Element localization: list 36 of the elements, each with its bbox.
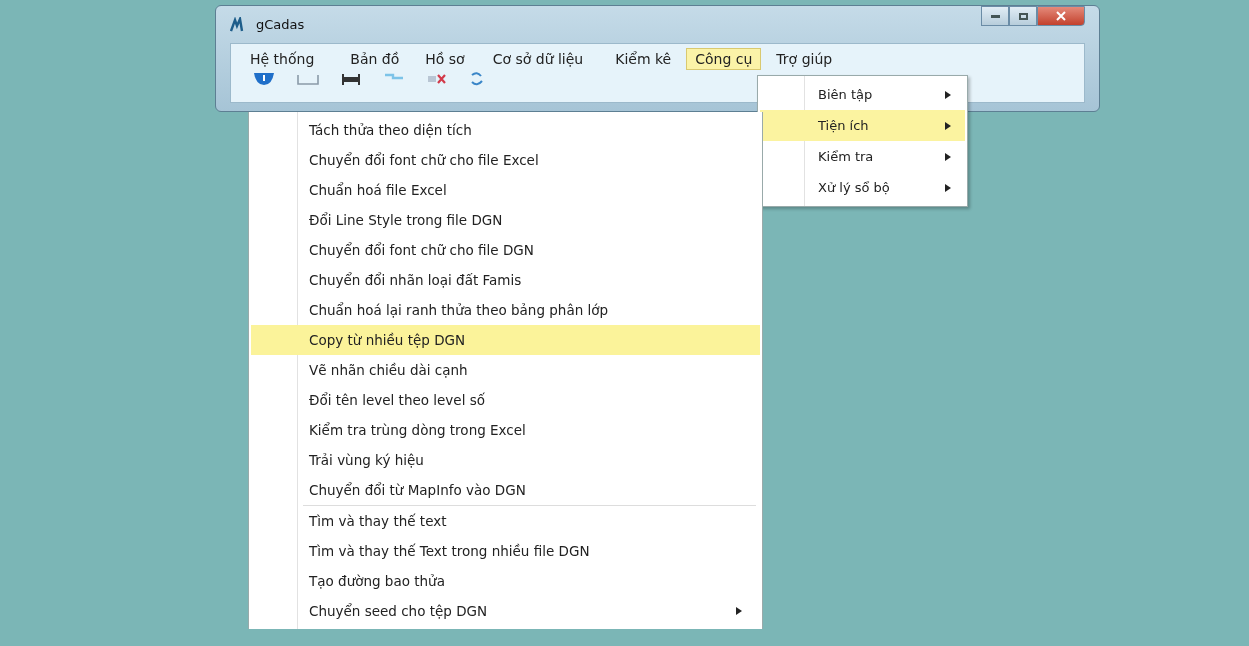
- menu-item[interactable]: Bản đồ: [341, 48, 409, 70]
- menu-item[interactable]: Đổi tên level theo level số: [251, 385, 760, 415]
- menu-item[interactable]: Biên tập: [760, 79, 965, 110]
- refresh-icon[interactable]: [469, 72, 485, 86]
- menu-item[interactable]: Tạo đường bao thửa: [251, 566, 760, 596]
- shield-icon[interactable]: [253, 72, 275, 86]
- menu-item[interactable]: Trợ giúp: [767, 48, 842, 70]
- menu-item[interactable]: Kiểm tra trùng dòng trong Excel: [251, 415, 760, 445]
- menu-item[interactable]: Tiện ích: [760, 110, 965, 141]
- maximize-button[interactable]: [1009, 6, 1037, 26]
- menu-item[interactable]: Chuyển đổi từ MapInfo vào DGN: [251, 475, 760, 505]
- menu-item[interactable]: Hệ thống: [241, 48, 324, 70]
- menu-item[interactable]: Tìm và thay thế Text trong nhiều file DGN: [251, 536, 760, 566]
- minimize-button[interactable]: [981, 6, 1009, 26]
- close-button[interactable]: [1037, 6, 1085, 26]
- window-title: gCadas: [256, 17, 305, 32]
- menu-item[interactable]: Chuẩn hoá lại ranh thửa theo bảng phân lớp: [251, 295, 760, 325]
- menu-item[interactable]: Kiểm tra: [760, 141, 965, 172]
- menu-item[interactable]: Chuyển đổi font chữ cho file Excel: [251, 145, 760, 175]
- close-icon: [1055, 11, 1067, 21]
- menu-item[interactable]: Chuẩn hoá file Excel: [251, 175, 760, 205]
- menu-item[interactable]: Công cụ: [686, 48, 762, 70]
- menu-item[interactable]: Chuyển đổi font chữ cho file DGN: [251, 235, 760, 265]
- menu-item[interactable]: Chuyển seed cho tệp DGN: [251, 596, 760, 626]
- menu-item[interactable]: Vẽ nhãn chiều dài cạnh: [251, 355, 760, 385]
- menu-item[interactable]: Trải vùng ký hiệu: [251, 445, 760, 475]
- menu-item[interactable]: Hồ sơ: [416, 48, 474, 70]
- delete-icon[interactable]: [427, 73, 447, 85]
- menu-item[interactable]: Tách thửa theo diện tích: [251, 115, 760, 145]
- menu-item[interactable]: Chuyển đổi nhãn loại đất Famis: [251, 265, 760, 295]
- menu-item[interactable]: Đổi Line Style trong file DGN: [251, 205, 760, 235]
- menu-item[interactable]: Cơ sở dữ liệu: [483, 48, 593, 70]
- menu-item[interactable]: Copy từ nhiều tệp DGN: [251, 325, 760, 355]
- menu-item[interactable]: Kiểm kê: [606, 48, 681, 70]
- menu-item[interactable]: Tìm và thay thế text: [251, 506, 760, 536]
- menu-item[interactable]: Xử lý sổ bộ: [760, 172, 965, 203]
